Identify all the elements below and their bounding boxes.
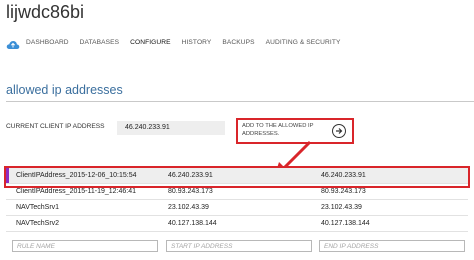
new-rule-row xyxy=(6,238,468,254)
tab-configure[interactable]: CONFIGURE xyxy=(130,39,170,46)
rule-name-cell: NAVTechSrv2 xyxy=(16,220,60,227)
tab-backups[interactable]: BACKUPS xyxy=(222,39,254,46)
start-ip-input[interactable] xyxy=(166,240,312,252)
top-nav: DASHBOARD DATABASES CONFIGURE HISTORY BA… xyxy=(6,36,351,49)
rule-name-cell: ClientIPAddress_2015-11-19_12:46:41 xyxy=(16,188,136,195)
tab-databases[interactable]: DATABASES xyxy=(80,39,120,46)
section-divider xyxy=(6,101,474,102)
client-ip-label: CURRENT CLIENT IP ADDRESS xyxy=(6,123,105,130)
table-row[interactable]: NAVTechSrv2 40.127.138.144 40.127.138.14… xyxy=(6,216,468,232)
arrow-right-circle-icon[interactable] xyxy=(332,124,346,138)
row-divider xyxy=(6,231,468,232)
rule-name-input[interactable] xyxy=(12,240,158,252)
tab-history[interactable]: HISTORY xyxy=(182,39,212,46)
start-ip-cell: 80.93.243.173 xyxy=(168,188,213,195)
end-ip-input[interactable] xyxy=(319,240,465,252)
start-ip-cell: 40.127.138.144 xyxy=(168,220,217,227)
end-ip-cell: 40.127.138.144 xyxy=(321,220,370,227)
add-to-allowed-label: ADD TO THE ALLOWED IP ADDRESSES. xyxy=(242,123,314,137)
table-row[interactable]: NAVTechSrv1 23.102.43.39 23.102.43.39 xyxy=(6,200,468,216)
highlight-frame xyxy=(4,166,470,188)
end-ip-cell: 80.93.243.173 xyxy=(321,188,366,195)
database-title: lijwdc86bi xyxy=(6,2,85,22)
rule-name-cell: NAVTechSrv1 xyxy=(16,204,60,211)
cloud-icon[interactable] xyxy=(6,37,20,49)
start-ip-cell: 23.102.43.39 xyxy=(168,204,209,211)
section-title: allowed ip addresses xyxy=(6,83,123,97)
tab-auditing-security[interactable]: AUDITING & SECURITY xyxy=(266,39,341,46)
end-ip-cell: 23.102.43.39 xyxy=(321,204,362,211)
tab-dashboard[interactable]: DASHBOARD xyxy=(26,39,69,46)
client-ip-value: 46.240.233.91 xyxy=(117,121,225,135)
